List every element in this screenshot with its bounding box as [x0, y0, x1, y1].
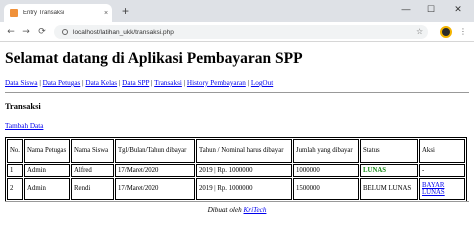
nav-logout[interactable]: LogOut	[251, 79, 273, 87]
url-field[interactable]: localhost/latihan_ukk/transaksi.php	[54, 25, 428, 39]
nav-separator: |	[183, 79, 186, 87]
cell-nama-petugas: Admin	[24, 164, 71, 177]
cell-nama-siswa: Alfred	[71, 164, 115, 177]
nav-transaksi[interactable]: Transaksi	[154, 79, 182, 87]
cell-aksi: -	[419, 164, 465, 177]
bayar-lunas-link[interactable]: BAYAR LUNAS	[422, 182, 445, 197]
status-badge: LUNAS	[360, 164, 419, 177]
profile-avatar[interactable]	[440, 26, 452, 38]
footer: Dibuat oleh KriTech	[0, 206, 474, 214]
reload-icon[interactable]: ⟳	[35, 25, 49, 39]
back-icon[interactable]: ←	[4, 25, 18, 39]
nav-data-siswa[interactable]: Data Siswa	[5, 79, 38, 87]
cell-tgl-dibayar: 17/Maret/2020	[115, 178, 196, 200]
nav-data-spp[interactable]: Data SPP	[122, 79, 149, 87]
section-title: Transaksi	[5, 101, 41, 111]
nav-data-kelas[interactable]: Data Kelas	[85, 79, 117, 87]
cell-nama-siswa: Rendi	[71, 178, 115, 200]
col-header-nama-siswa: Nama Siswa	[71, 139, 115, 163]
col-header-nama-petugas: Nama Petugas	[24, 139, 71, 163]
col-header-nominal: Tahun / Nominal harus dibayar	[196, 139, 293, 163]
browser-tabstrip: Entry Transaksi × + — ☐ ✕	[0, 0, 474, 22]
cell-no: 2	[7, 178, 24, 200]
col-header-jumlah: Jumlah yang dibayar	[293, 139, 360, 163]
table-row: 2 Admin Rendi 17/Maret/2020 2019 | Rp. 1…	[7, 178, 465, 200]
favicon-icon	[10, 9, 18, 17]
nav-separator: |	[151, 79, 153, 87]
nav-history-pembayaran[interactable]: History Pembayaran	[187, 79, 246, 87]
nav-separator: |	[39, 79, 41, 87]
col-header-status: Status	[360, 139, 419, 163]
tab-close-icon[interactable]: ×	[100, 10, 112, 17]
nav-separator: |	[247, 79, 250, 87]
nav-data-petugas[interactable]: Data Petugas	[43, 79, 81, 87]
col-header-no: No.	[7, 139, 24, 163]
new-tab-button[interactable]: +	[122, 4, 129, 18]
cell-jumlah: 1000000	[293, 164, 360, 177]
status-badge: BELUM LUNAS	[360, 178, 419, 200]
divider	[5, 201, 469, 202]
cell-nama-petugas: Admin	[24, 178, 71, 200]
nav-separator: |	[118, 79, 121, 87]
divider	[5, 92, 469, 93]
address-bar: ← → ⟳ localhost/latihan_ukk/transaksi.ph…	[0, 22, 474, 42]
page-content: Selamat datang di Aplikasi Pembayaran SP…	[0, 42, 474, 242]
info-icon[interactable]	[62, 29, 68, 35]
transaction-table: No. Nama Petugas Nama Siswa Tgl/Bulan/Ta…	[5, 137, 467, 202]
url-text: localhost/latihan_ukk/transaksi.php	[73, 28, 174, 36]
table-header-row: No. Nama Petugas Nama Siswa Tgl/Bulan/Ta…	[7, 139, 465, 163]
close-window-icon[interactable]: ✕	[448, 2, 468, 16]
main-nav: Data Siswa | Data Petugas | Data Kelas |…	[5, 79, 273, 87]
browser-tab[interactable]: Entry Transaksi ×	[4, 4, 112, 22]
footer-text: Dibuat oleh	[207, 206, 242, 214]
bookmark-star-icon[interactable]: ☆	[416, 25, 423, 39]
page-title: Selamat datang di Aplikasi Pembayaran SP…	[5, 50, 303, 67]
forward-icon[interactable]: →	[19, 25, 33, 39]
table-row: 1 Admin Alfred 17/Maret/2020 2019 | Rp. …	[7, 164, 465, 177]
minimize-icon[interactable]: —	[396, 2, 416, 16]
cell-tgl-dibayar: 17/Maret/2020	[115, 164, 196, 177]
footer-author-link[interactable]: KriTech	[244, 206, 267, 214]
add-data-link[interactable]: Tambah Data	[5, 122, 43, 130]
cell-no: 1	[7, 164, 24, 177]
browser-menu-icon[interactable]: ⋮	[459, 25, 467, 39]
cell-aksi: BAYAR LUNAS	[419, 178, 465, 200]
cell-nominal: 2019 | Rp. 1000000	[196, 164, 293, 177]
maximize-icon[interactable]: ☐	[421, 2, 441, 16]
cell-jumlah: 1500000	[293, 178, 360, 200]
col-header-aksi: Aksi	[419, 139, 465, 163]
nav-separator: |	[82, 79, 84, 87]
cell-nominal: 2019 | Rp. 1000000	[196, 178, 293, 200]
tab-title: Entry Transaksi	[23, 10, 65, 16]
col-header-tgl-dibayar: Tgl/Bulan/Tahun dibayar	[115, 139, 196, 163]
